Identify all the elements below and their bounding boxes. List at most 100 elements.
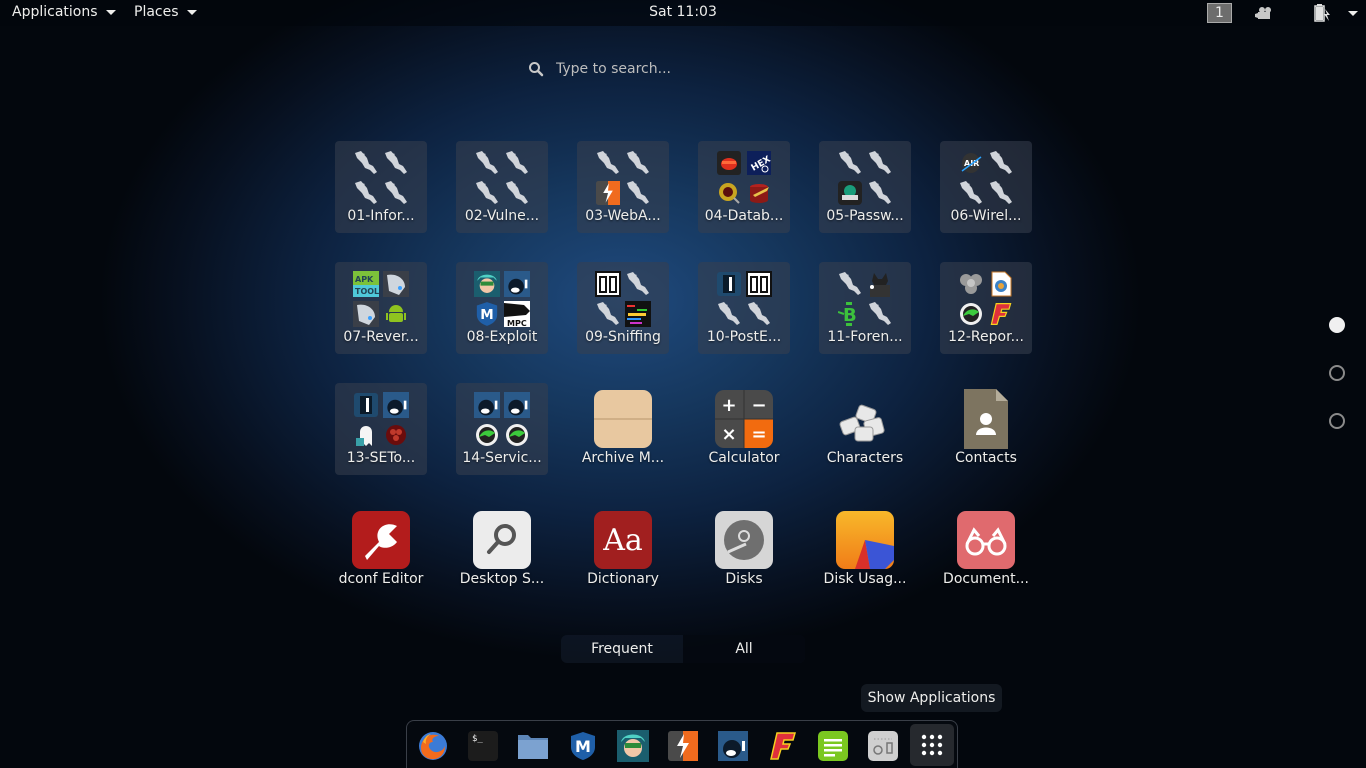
workspace-indicator[interactable]: 1 xyxy=(1207,3,1232,23)
page-indicator-1[interactable] xyxy=(1329,317,1345,333)
app-label: 01-Infor... xyxy=(347,208,415,224)
show-applications-button[interactable] xyxy=(910,724,954,766)
all-tab[interactable]: All xyxy=(683,635,805,663)
app-archive-m[interactable]: Archive M... xyxy=(577,383,669,475)
app-label: Archive M... xyxy=(581,450,665,466)
settings-icon xyxy=(868,731,898,761)
app-label: Desktop S... xyxy=(459,571,545,587)
app-characters[interactable]: Characters xyxy=(819,383,911,475)
frequent-tab[interactable]: Frequent xyxy=(561,635,683,663)
dock-armitage[interactable] xyxy=(616,729,650,763)
battery-icon[interactable] xyxy=(1314,4,1332,22)
view-switcher: Frequent All xyxy=(561,635,805,663)
app-folder-07-rever[interactable]: APK TOOL 07-Rever... xyxy=(335,262,427,354)
applications-menu[interactable]: Applications xyxy=(12,4,116,20)
binwalk-icon: B xyxy=(836,300,864,328)
app-disk-usag[interactable]: Disk Usag... xyxy=(819,504,911,596)
svg-text:APK: APK xyxy=(355,275,374,284)
app-folder-11-foren[interactable]: B 11-Foren... xyxy=(819,262,911,354)
app-folder-05-passw[interactable]: 05-Passw... xyxy=(819,141,911,233)
folder-preview xyxy=(594,149,652,207)
app-contacts[interactable]: Contacts xyxy=(940,383,1032,475)
dock-metasploit[interactable]: M xyxy=(566,729,600,763)
app-label: 14-Servic... xyxy=(462,450,542,466)
svg-text:MPC: MPC xyxy=(507,319,527,327)
page-indicator-2[interactable] xyxy=(1329,365,1345,381)
dock-firefox[interactable] xyxy=(416,729,450,763)
kali-dragon-icon xyxy=(594,149,622,177)
app-label: Characters xyxy=(826,450,904,466)
clock-button[interactable]: Sat 11:03 xyxy=(649,4,717,20)
app-label: 13-SETo... xyxy=(346,450,416,466)
grid-icon xyxy=(921,734,943,756)
app-document[interactable]: Document... xyxy=(940,504,1032,596)
page-indicator-3[interactable] xyxy=(1329,413,1345,429)
document-viewer-icon xyxy=(956,510,1016,570)
beef-icon xyxy=(718,731,748,761)
search-bar[interactable] xyxy=(520,54,846,84)
folder-preview: APK TOOL xyxy=(352,270,410,328)
beef-icon xyxy=(503,391,531,419)
desktop-search-icon xyxy=(472,510,532,570)
beef-icon xyxy=(473,391,501,419)
dock-burpsuite[interactable] xyxy=(666,729,700,763)
app-label: 02-Vulne... xyxy=(464,208,540,224)
places-menu[interactable]: Places xyxy=(134,4,197,20)
app-folder-14-servic[interactable]: 14-Servic... xyxy=(456,383,548,475)
metasploit-icon: M xyxy=(473,300,501,328)
kali-dragon-icon xyxy=(382,149,410,177)
dock-files[interactable] xyxy=(516,729,550,763)
kali-dragon-icon xyxy=(594,300,622,328)
app-folder-02-vulne[interactable]: 02-Vulne... xyxy=(456,141,548,233)
armitage-icon xyxy=(617,730,649,762)
hashcat-icon xyxy=(836,179,864,207)
dock-faraday[interactable] xyxy=(766,729,800,763)
folder-preview xyxy=(715,270,773,328)
search-input[interactable] xyxy=(556,61,836,77)
dock-terminal[interactable]: $_ xyxy=(466,729,500,763)
folder-preview xyxy=(473,149,531,207)
dock-settings[interactable] xyxy=(866,729,900,763)
app-label: 06-Wirel... xyxy=(950,208,1022,224)
wireshark-icon xyxy=(624,300,652,328)
app-label: 10-PostE... xyxy=(706,329,782,345)
app-disks[interactable]: Disks xyxy=(698,504,790,596)
svg-text:×: × xyxy=(721,424,736,445)
svg-text:Aa: Aa xyxy=(602,523,643,558)
app-label: Calculator xyxy=(708,450,780,466)
sqlmap-icon xyxy=(745,179,773,207)
kali-dragon-icon xyxy=(866,179,894,207)
folder-preview xyxy=(473,391,531,449)
app-folder-06-wirel[interactable]: AIR 06-Wirel... xyxy=(940,141,1032,233)
app-folder-10-poste[interactable]: 10-PostE... xyxy=(698,262,790,354)
svg-text:M: M xyxy=(480,307,493,323)
dock-beef[interactable] xyxy=(716,729,750,763)
chevron-down-icon xyxy=(186,9,197,15)
kali-dragon-icon xyxy=(503,149,531,177)
kali-dragon-icon xyxy=(836,149,864,177)
places-menu-label: Places xyxy=(134,4,179,20)
app-folder-08-exploit[interactable]: M MPC 08-Exploit xyxy=(456,262,548,354)
app-folder-01-infor[interactable]: 01-Infor... xyxy=(335,141,427,233)
app-folder-03-weba[interactable]: 03-WebA... xyxy=(577,141,669,233)
app-dconf-editor[interactable]: dconf Editor xyxy=(335,504,427,596)
backdoor-icon xyxy=(352,391,380,419)
kali-dragon-icon xyxy=(987,149,1015,177)
app-folder-04-datab[interactable]: HEX 04-Datab... xyxy=(698,141,790,233)
oscanner-icon xyxy=(715,179,743,207)
kali-dragon-icon xyxy=(473,149,501,177)
contacts-icon xyxy=(956,389,1016,449)
app-dictionary[interactable]: Aa Dictionary xyxy=(577,504,669,596)
app-label: 11-Foren... xyxy=(827,329,903,345)
system-menu-caret-icon[interactable] xyxy=(1348,11,1358,16)
app-desktop-s[interactable]: Desktop S... xyxy=(456,504,548,596)
app-folder-09-sniffing[interactable]: 09-Sniffing xyxy=(577,262,669,354)
app-label: 04-Datab... xyxy=(704,208,784,224)
app-label: 08-Exploit xyxy=(466,329,538,345)
camera-icon[interactable] xyxy=(1255,6,1273,20)
dock-notes[interactable] xyxy=(816,729,850,763)
edb-debugger-icon xyxy=(352,300,380,328)
app-folder-13-seto[interactable]: 13-SETo... xyxy=(335,383,427,475)
app-folder-12-repor[interactable]: 12-Repor... xyxy=(940,262,1032,354)
app-calculator[interactable]: + − × = Calculator xyxy=(698,383,790,475)
